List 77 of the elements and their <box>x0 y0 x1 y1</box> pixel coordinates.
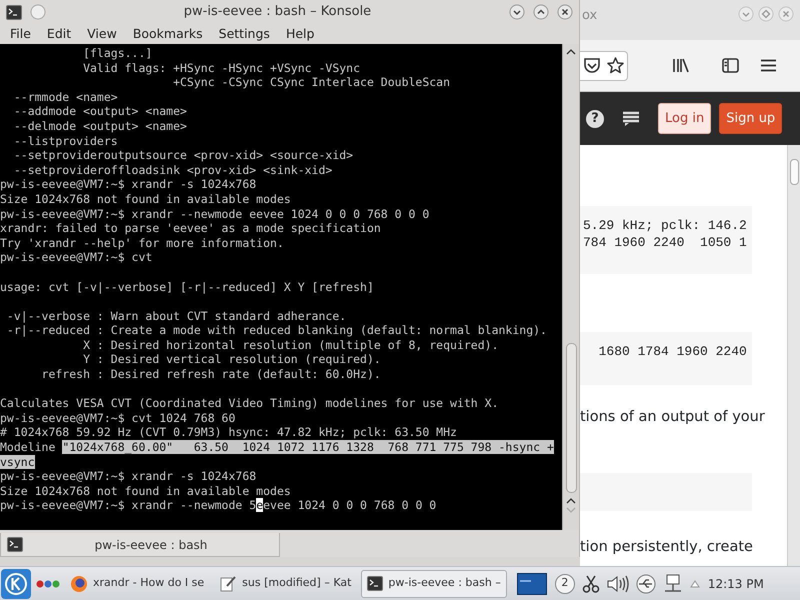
window-title: pw-is-eevee : bash – Konsole <box>182 3 372 22</box>
task-button[interactable]: xrandr - How do I se <box>64 570 210 598</box>
terminal-icon <box>7 537 23 552</box>
code-block: 1680 1784 1960 2240 <box>580 332 752 385</box>
maximize-icon[interactable] <box>533 4 549 20</box>
menu-item[interactable]: View <box>79 24 125 44</box>
minimize-icon[interactable] <box>509 4 525 20</box>
close-icon[interactable] <box>557 4 573 20</box>
terminal-line: --setprovideroutputsource <prov-xid> <source-xid> <box>12 148 354 163</box>
terminal-line: -v|--verbose : Warn about CVT standard adherance. <box>6 308 348 324</box>
scrollbar-thumb[interactable] <box>790 159 798 185</box>
desktop-pager-icon[interactable] <box>516 572 547 594</box>
terminal-line: -r|--reduced : Create a mode with reduced blanking (default: normal blanking). <box>6 323 548 338</box>
menu-item[interactable]: File <box>2 24 39 44</box>
terminal-line: pw-is-eevee@VM7:~$ cvt 1024 768 60 <box>0 410 236 426</box>
terminal-line: refresh : Desired refresh rate (default: 60.0Hz). <box>40 367 382 382</box>
task-button[interactable]: sus [modified] – Kat <box>214 570 358 598</box>
menu-item[interactable]: Settings <box>210 24 278 44</box>
log-in-button[interactable]: Log in <box>658 102 712 134</box>
clock[interactable]: 12:13 PM <box>708 574 764 592</box>
terminal-line: X : Desired horizontal resolution (multiple of 8, required). <box>82 338 500 352</box>
sidebar-icon[interactable] <box>722 58 739 73</box>
scroll-up-icon[interactable] <box>566 48 576 56</box>
window-title: ox <box>582 7 598 25</box>
terminal-line: pw-is-eevee@VM7:~$ xrandr -s 1024x768 <box>0 177 258 192</box>
scroll-up-icon[interactable] <box>566 497 576 505</box>
pocket-icon[interactable] <box>583 57 601 74</box>
code-block: 5.29 kHz; pclk: 146.2 784 1960 2240 1050 1 <box>580 206 752 274</box>
terminal-line: Try 'xrandr --help' for more information. <box>0 236 285 250</box>
terminal-line: --rmmode <name> <box>12 90 119 104</box>
menu-icon[interactable] <box>761 59 776 72</box>
sign-up-button[interactable]: Sign up <box>719 102 782 134</box>
terminal-line: pw-is-eevee@VM7:~$ xrandr --newmode 5eevee 1024 0 0 0 768 0 0 0 <box>0 498 438 513</box>
terminal-line: Size 1024x768 not found in available modes <box>0 484 292 498</box>
terminal-line: Valid flags: +HSync -HSync +VSync -VSync <box>82 60 362 76</box>
address-bar[interactable] <box>580 50 628 80</box>
paragraph-text: tions of an output of your <box>580 408 765 427</box>
task-button[interactable]: pw-is-eevee : bash – <box>361 570 507 598</box>
terminal-line: --listproviders <box>12 134 119 148</box>
expand-arrow-icon[interactable] <box>690 580 700 588</box>
terminal-line: xrandr: failed to parse 'eevee' as a mode specification <box>0 221 382 236</box>
notification-count[interactable]: 2 <box>554 574 575 594</box>
library-icon[interactable] <box>672 58 690 73</box>
terminal-icon <box>367 576 384 591</box>
terminal-line: pw-is-eevee@VM7:~$ xrandr -s 1024x768 <box>0 469 258 484</box>
terminal-line: --delmode <output> <name> <box>12 118 188 134</box>
usb-icon[interactable] <box>636 574 656 594</box>
document-icon <box>220 575 238 592</box>
terminal-line: Modeline "1024x768_60.00" 63.50 1024 1072 1176 1328 768 771 775 798 -hsync + <box>0 440 555 455</box>
terminal-line: # 1024x768 59.92 Hz (CVT 0.79M3) hsync: 47.82 kHz; pclk: 63.50 MHz <box>0 425 458 440</box>
scissors-icon[interactable] <box>582 574 600 592</box>
scrollbar-thumb[interactable] <box>566 343 576 493</box>
terminal-line: usage: cvt [-v|--verbose] [-r|--reduced] X Y [refresh] <box>0 280 375 294</box>
menu-item[interactable]: Edit <box>38 24 80 44</box>
menu-item[interactable]: Help <box>278 24 322 44</box>
paragraph-text: tion persistently, create <box>580 538 753 557</box>
inbox-icon[interactable] <box>622 110 640 126</box>
scrollbar[interactable] <box>787 145 800 566</box>
terminal-line: [flags...] <box>82 46 154 61</box>
network-icon[interactable] <box>662 574 683 594</box>
tab[interactable]: pw-is-eevee : bash <box>0 533 280 557</box>
terminal-line: Size 1024x768 not found in available modes <box>0 192 292 207</box>
terminal-line: pw-is-eevee@VM7:~$ cvt <box>0 250 154 265</box>
menu-item[interactable]: Bookmarks <box>124 24 211 44</box>
activities-icon[interactable] <box>36 580 60 588</box>
terminal-line: Calculates VESA CVT (Coordinated Video Timing) modelines for use with X. <box>0 396 500 411</box>
terminal-line: pw-is-eevee@VM7:~$ xrandr --newmode eevee 1024 0 0 0 768 0 0 0 <box>0 206 430 222</box>
terminal-line: +CSync -CSync CSync Interlace DoubleScan <box>172 75 452 90</box>
help-icon[interactable]: ? <box>586 110 604 128</box>
terminal-icon <box>6 4 22 20</box>
browser-icon <box>70 574 88 592</box>
kde-launcher-icon[interactable] <box>0 568 32 600</box>
terminal-line: --addmode <output> <name> <box>12 104 188 119</box>
volume-icon[interactable] <box>606 574 629 592</box>
terminal-line: --setprovideroffloadsink <prov-xid> <sink-xid> <box>12 162 334 178</box>
terminal-line: Y : Desired vertical resolution (required). <box>82 352 382 368</box>
star-icon[interactable] <box>607 57 624 74</box>
